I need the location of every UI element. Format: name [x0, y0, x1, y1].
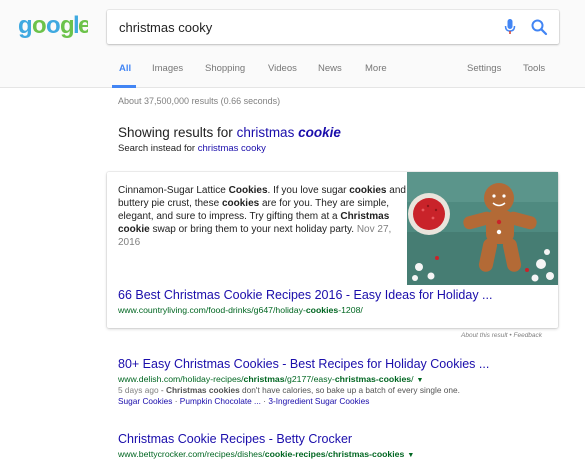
- featured-snippet-text: Cinnamon-Sugar Lattice Cookies. If you l…: [118, 184, 406, 249]
- about-this-result-link[interactable]: About this result • Feedback: [461, 332, 542, 339]
- result-title-link[interactable]: 80+ Easy Christmas Cookies - Best Recipe…: [118, 357, 578, 371]
- result-url: www.delish.com/holiday-recipes/christmas…: [118, 374, 578, 384]
- result-snippet-part: don't have calories, so bake up a batch …: [239, 385, 460, 395]
- result-url-part: www.delish.com/holiday-recipes/: [118, 374, 244, 384]
- sitelink[interactable]: 3-Ingredient Sugar Cookies: [268, 396, 369, 406]
- tab-shopping[interactable]: Shopping: [205, 63, 245, 74]
- search-input[interactable]: [119, 10, 479, 44]
- gingerbread-cookie-image[interactable]: [407, 172, 558, 285]
- corrected-query-bold: cookie: [298, 125, 341, 140]
- snippet-text-part: swap or bring them to your next holiday …: [149, 224, 357, 235]
- search-result: 80+ Easy Christmas Cookies - Best Recipe…: [118, 357, 578, 406]
- result-sitelinks: Sugar Cookies · Pumpkin Chocolate ... · …: [118, 396, 578, 406]
- sitelink[interactable]: Sugar Cookies: [118, 396, 172, 406]
- original-query-link[interactable]: christmas cooky: [198, 143, 266, 154]
- featured-result-url: www.countryliving.com/food-drinks/g647/h…: [118, 305, 363, 315]
- svg-text:g: g: [18, 12, 33, 39]
- spelling-correction: Showing results for christmas cookie: [118, 125, 341, 140]
- featured-url-prefix: www.countryliving.com/food-drinks/g647/h…: [118, 305, 306, 315]
- result-url-part: christmas: [243, 374, 285, 384]
- result-url-part: /g2177/easy-: [284, 374, 335, 384]
- result-url-part: www.bettycrocker.com/recipes/dishes/: [118, 449, 265, 459]
- featured-url-suffix: -1208/: [338, 305, 363, 315]
- microphone-icon[interactable]: [504, 18, 516, 36]
- svg-text:o: o: [32, 12, 47, 39]
- tab-tools[interactable]: Tools: [523, 63, 545, 74]
- result-url-part: christmas-cookies: [334, 374, 412, 384]
- tab-more[interactable]: More: [365, 63, 387, 74]
- showing-prefix: Showing results for: [118, 125, 237, 140]
- search-instead: Search instead for christmas cooky: [118, 143, 266, 154]
- snippet-text-part: Cinnamon-Sugar Lattice: [118, 185, 229, 196]
- search-icon[interactable]: [530, 18, 548, 36]
- result-url: www.bettycrocker.com/recipes/dishes/cook…: [118, 449, 578, 459]
- tab-images[interactable]: Images: [152, 63, 183, 74]
- result-stats: About 37,500,000 results (0.66 seconds): [118, 96, 281, 106]
- result-date: 5 days ago: [118, 385, 159, 395]
- active-tab-indicator: [112, 85, 136, 88]
- svg-text:e: e: [78, 12, 88, 39]
- tab-news[interactable]: News: [318, 63, 342, 74]
- result-menu-arrow-icon[interactable]: ▼: [417, 377, 424, 384]
- search-result: Christmas Cookie Recipes - Betty Crocker…: [118, 432, 578, 459]
- snippet-text-part: Cookies: [228, 185, 268, 196]
- snippet-text-part: . If you love sugar: [267, 185, 350, 196]
- instead-prefix: Search instead for: [118, 143, 198, 154]
- result-url-part: christmas-cookies: [328, 449, 405, 459]
- result-snippet: 5 days ago - Christmas cookies don't hav…: [118, 385, 578, 395]
- snippet-text-part: cookies: [349, 185, 387, 196]
- sitelink-separator: ·: [172, 396, 180, 406]
- search-box: [107, 10, 559, 44]
- featured-url-bold: cookies: [305, 305, 339, 315]
- featured-snippet-card: Cinnamon-Sugar Lattice Cookies. If you l…: [107, 172, 558, 328]
- tab-videos[interactable]: Videos: [268, 63, 297, 74]
- svg-text:o: o: [46, 12, 61, 39]
- header-bar: g o o g l e All Images S: [0, 0, 585, 88]
- corrected-query-plain: christmas: [236, 125, 299, 140]
- result-url-part: cookie-recipes: [264, 449, 326, 459]
- result-snippet-part: Christmas cookies: [165, 385, 240, 395]
- snippet-text-part: cookies: [221, 198, 260, 209]
- corrected-query-link[interactable]: christmas cookie: [237, 125, 341, 140]
- tab-settings[interactable]: Settings: [467, 63, 501, 74]
- sitelink[interactable]: Pumpkin Chocolate ...: [180, 396, 261, 406]
- result-title-link[interactable]: Christmas Cookie Recipes - Betty Crocker: [118, 432, 578, 446]
- featured-result-title-link[interactable]: 66 Best Christmas Cookie Recipes 2016 - …: [118, 288, 492, 302]
- search-tabs: All Images Shopping Videos News More Set…: [107, 54, 567, 88]
- result-url-part: /: [411, 374, 414, 384]
- tab-all[interactable]: All: [119, 63, 131, 74]
- result-snippet-part: -: [158, 385, 166, 395]
- result-menu-arrow-icon[interactable]: ▼: [407, 452, 414, 459]
- google-logo[interactable]: g o o g l e: [18, 12, 88, 42]
